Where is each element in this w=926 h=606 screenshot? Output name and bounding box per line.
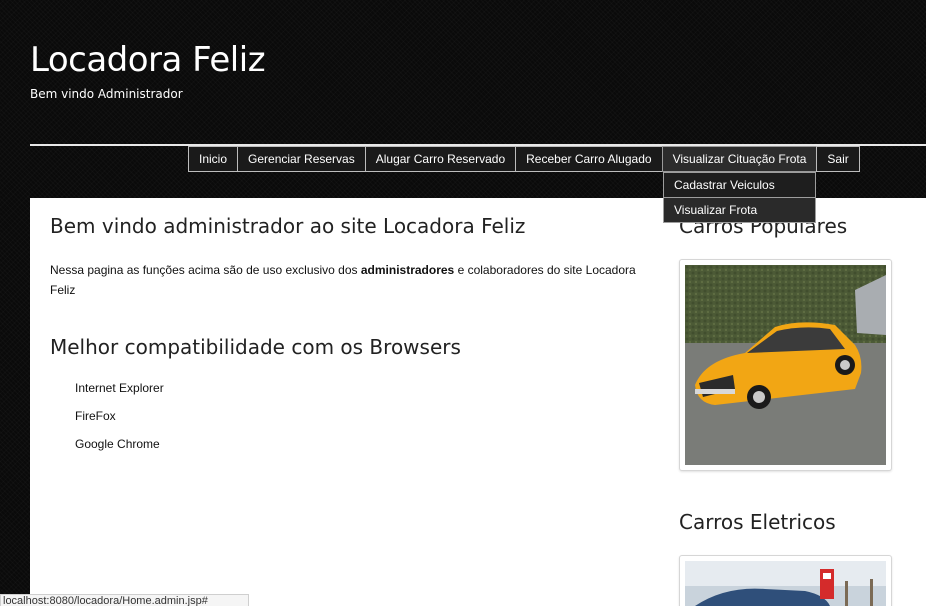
nav-item-receber-carro-alugado[interactable]: Receber Carro Alugado xyxy=(515,146,663,172)
intro-text-start: Nessa pagina as funções acima são de uso… xyxy=(50,263,361,277)
compatibility-title: Melhor compatibilidade com os Browsers xyxy=(50,335,461,359)
main-nav: Inicio Gerenciar Reservas Alugar Carro R… xyxy=(188,146,860,172)
content-area: Bem vindo administrador ao site Locadora… xyxy=(30,198,926,606)
page-title: Bem vindo administrador ao site Locadora… xyxy=(50,214,526,238)
intro-paragraph: Nessa pagina as funções acima são de uso… xyxy=(50,260,650,300)
nav-item-sair[interactable]: Sair xyxy=(816,146,860,172)
list-item: Google Chrome xyxy=(75,437,160,451)
popular-car-photo xyxy=(679,259,892,471)
welcome-subtitle: Bem vindo Administrador xyxy=(30,87,183,101)
electric-cars-title: Carros Eletricos xyxy=(679,510,836,534)
electric-car-image xyxy=(685,561,886,606)
nav-item-gerenciar-reservas[interactable]: Gerenciar Reservas xyxy=(237,146,366,172)
browser-list: Internet Explorer FireFox Google Chrome xyxy=(75,380,164,464)
nav-item-visualizar-situacao-frota[interactable]: Visualizar Cituação Frota xyxy=(661,146,818,172)
site-title: Locadora Feliz xyxy=(30,40,266,80)
menu-item-cadastrar-veiculos[interactable]: Cadastrar Veiculos xyxy=(663,172,816,198)
status-bar-url: localhost:8080/locadora/Home.admin.jsp# xyxy=(0,594,249,606)
list-item: Internet Explorer xyxy=(75,381,164,395)
electric-car-photo xyxy=(679,555,892,606)
frota-dropdown-menu: Cadastrar Veiculos Visualizar Frota xyxy=(663,172,816,223)
list-item: FireFox xyxy=(75,409,116,423)
intro-text-bold: administradores xyxy=(360,263,455,277)
nav-item-inicio[interactable]: Inicio xyxy=(188,146,239,172)
nav-item-alugar-carro-reservado[interactable]: Alugar Carro Reservado xyxy=(364,146,517,172)
yellow-car-image xyxy=(685,265,886,465)
menu-item-visualizar-frota[interactable]: Visualizar Frota xyxy=(663,197,816,223)
